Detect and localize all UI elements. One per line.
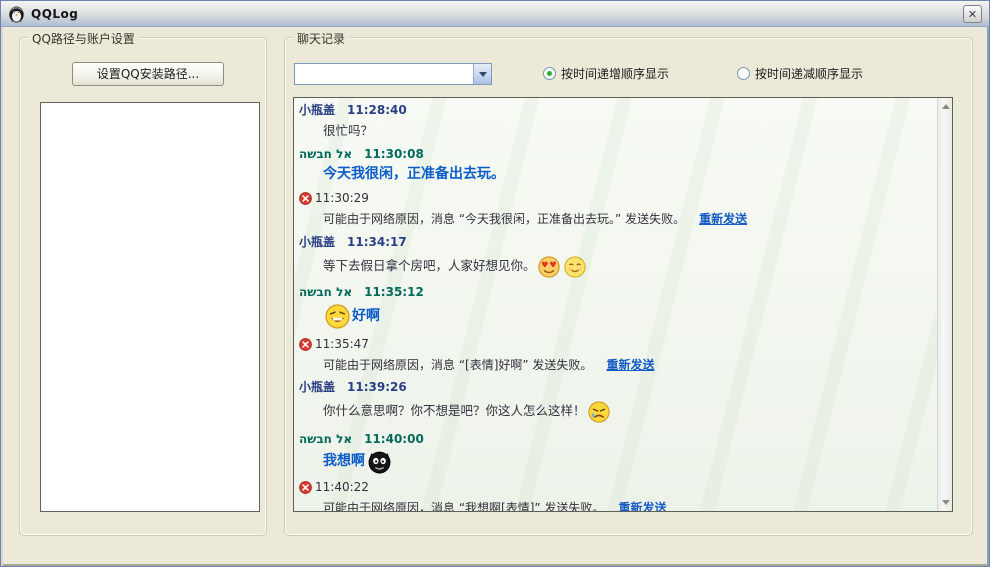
error-text: 可能由于网络原因，消息 “[表情]好啊” 发送失败。: [323, 358, 593, 372]
message-time: 11:39:26: [347, 380, 407, 394]
message-time: 11:40:00: [364, 432, 424, 446]
chat-header-self: השבח לא 11:30:08: [299, 146, 933, 163]
chat-log-panel: 小瓶盖 11:28:40 很忙吗？ השבח לא 11:30:08 今天我很闲，正准备出…: [293, 97, 953, 512]
emoji-black-imp-icon: [367, 449, 392, 474]
sender-name: השבח לא: [299, 432, 353, 446]
send-error-message-row: 可能由于网络原因，消息 “[表情]好啊” 发送失败。 重新发送: [299, 357, 933, 374]
chevron-down-icon: [478, 71, 487, 77]
titlebar: QQLog ✕: [1, 1, 989, 27]
radio-ascending-label: 按时间递增顺序显示: [561, 67, 670, 81]
svg-text:♥: ♥: [549, 259, 556, 269]
sender-name: 小瓶盖: [299, 235, 336, 249]
message-sent: 今天我很闲，正准备出去玩。: [299, 165, 933, 184]
error-time: 11:30:29: [315, 191, 369, 205]
resend-link[interactable]: 重新发送: [606, 358, 654, 372]
send-error-icon: [299, 480, 312, 494]
message-sent: 我想啊: [299, 448, 933, 474]
qq-path-account-group: QQ路径与账户设置 设置QQ安装路径...: [19, 30, 267, 536]
triangle-up-icon: [941, 104, 950, 109]
chat-header-peer: 小瓶盖 11:28:40: [299, 102, 933, 119]
combobox-value[interactable]: [295, 64, 473, 84]
penguin-app-icon: [7, 4, 26, 23]
emoji-sobbing-icon: [587, 400, 610, 423]
window-title: QQLog: [31, 6, 79, 21]
message-text: 你什么意思啊？你不想是吧？你这人怎么这样！: [323, 403, 586, 418]
account-combobox[interactable]: [294, 63, 492, 85]
message-text: 很忙吗？: [323, 123, 374, 138]
radio-descending-circle[interactable]: [737, 67, 750, 80]
chat-header-self: השבח לא 11:35:12: [299, 284, 933, 301]
send-error-time-row: 11:30:29: [299, 190, 933, 206]
error-time: 11:40:22: [315, 480, 369, 494]
sender-name: השבח לא: [299, 147, 353, 161]
chat-header-peer: 小瓶盖 11:34:17: [299, 234, 933, 251]
message-text: 好啊: [352, 308, 380, 324]
chat-scrollbar[interactable]: [937, 98, 952, 511]
svg-text:♥: ♥: [541, 259, 548, 269]
scroll-up-button[interactable]: [938, 99, 953, 114]
scroll-down-button[interactable]: [938, 495, 953, 510]
error-time: 11:35:47: [315, 337, 369, 351]
send-error-message-row: 可能由于网络原因，消息 “我想啊[表情]” 发送失败。 重新发送: [299, 500, 933, 511]
message-received: 等下去假日拿个房吧，人家好想见你。 ♥ ♥: [299, 254, 933, 278]
sender-name: 小瓶盖: [299, 103, 336, 117]
qqlog-window: QQLog ✕ QQ路径与账户设置 设置QQ安装路径... 聊天记录 按时间递增…: [0, 0, 990, 567]
emoji-big-grin-icon: [325, 303, 350, 329]
chat-records-group: 聊天记录 按时间递增顺序显示 按时间递减顺序显示 小瓶盖 11:28:40 很忙吗？…: [284, 30, 973, 536]
chat-header-self: השבח לא 11:40:00: [299, 431, 933, 448]
send-error-message-row: 可能由于网络原因，消息 “今天我很闲，正准备出去玩。” 发送失败。 重新发送: [299, 211, 933, 228]
combobox-dropdown-button[interactable]: [473, 64, 491, 84]
message-text: 等下去假日拿个房吧，人家好想见你。: [323, 258, 536, 273]
radio-sort-descending[interactable]: 按时间递减顺序显示: [737, 65, 863, 82]
account-listbox[interactable]: [40, 102, 260, 512]
chat-records-group-label: 聊天记录: [293, 30, 350, 47]
message-time: 11:34:17: [347, 235, 407, 249]
triangle-down-icon: [941, 500, 950, 505]
send-error-icon: [299, 191, 312, 205]
radio-descending-label: 按时间递减顺序显示: [755, 67, 864, 81]
sender-name: 小瓶盖: [299, 380, 336, 394]
chat-log: 小瓶盖 11:28:40 很忙吗？ השבח לא 11:30:08 今天我很闲，正准备出…: [294, 98, 937, 511]
message-received: 你什么意思啊？你不想是吧？你这人怎么这样！: [299, 399, 933, 423]
sender-name: השבח לא: [299, 285, 353, 299]
close-button[interactable]: ✕: [963, 5, 982, 23]
qq-path-group-label: QQ路径与账户设置: [28, 30, 139, 47]
set-qq-install-path-button[interactable]: 设置QQ安装路径...: [72, 62, 224, 86]
message-sent: 好啊: [299, 303, 933, 329]
error-text: 可能由于网络原因，消息 “我想啊[表情]” 发送失败。: [323, 501, 605, 511]
send-error-time-row: 11:40:22: [299, 479, 933, 495]
message-received: 很忙吗？: [299, 122, 933, 140]
radio-ascending-circle[interactable]: [543, 67, 556, 80]
resend-link[interactable]: 重新发送: [699, 212, 747, 226]
message-time: 11:30:08: [364, 147, 424, 161]
emoji-content-smile-icon: [563, 255, 586, 278]
message-time: 11:35:12: [364, 285, 424, 299]
radio-sort-ascending[interactable]: 按时间递增顺序显示: [543, 65, 669, 82]
emoji-heart-eyes-blush-icon: ♥ ♥: [537, 255, 560, 278]
chat-header-peer: 小瓶盖 11:39:26: [299, 379, 933, 396]
message-text: 我想啊: [323, 453, 365, 469]
message-text: 今天我很闲，正准备出去玩。: [323, 166, 505, 182]
resend-link[interactable]: 重新发送: [618, 501, 666, 511]
send-error-time-row: 11:35:47: [299, 336, 933, 352]
send-error-icon: [299, 337, 312, 351]
message-time: 11:28:40: [347, 103, 407, 117]
error-text: 可能由于网络原因，消息 “今天我很闲，正准备出去玩。” 发送失败。: [323, 212, 686, 226]
